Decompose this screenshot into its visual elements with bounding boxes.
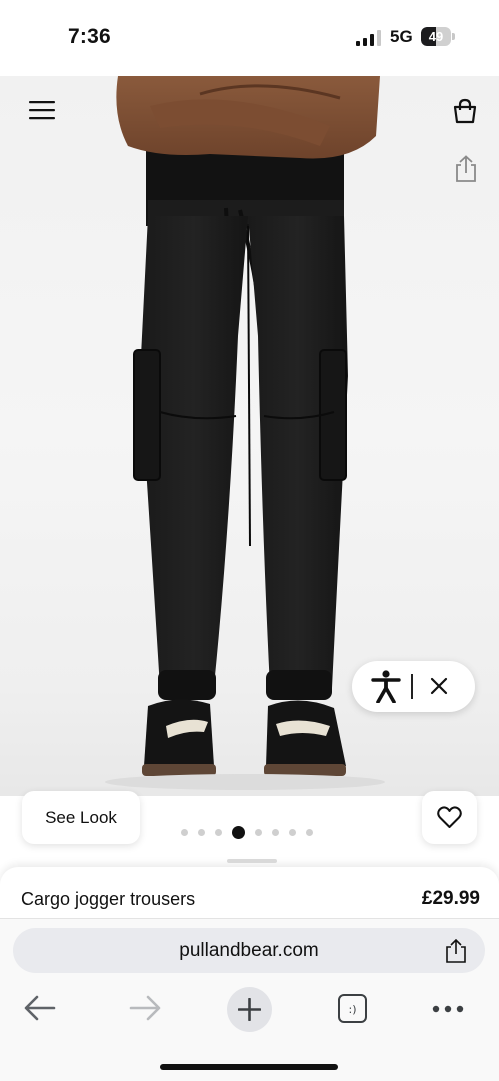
carousel-dot-active[interactable] (232, 826, 245, 839)
product-price: £29.99 (421, 888, 480, 909)
address-bar[interactable]: pullandbear.com (13, 928, 485, 973)
more-icon[interactable] (432, 1004, 464, 1014)
accessibility-person-icon[interactable] (371, 670, 401, 703)
share-icon[interactable] (454, 155, 478, 183)
network-type: 5G (390, 27, 413, 46)
home-indicator[interactable] (160, 1064, 338, 1070)
favorite-button[interactable] (422, 791, 477, 844)
separator (411, 674, 413, 699)
carousel-dot[interactable] (272, 829, 279, 836)
carousel-dot[interactable] (255, 829, 262, 836)
battery-level: 49 (428, 29, 444, 44)
new-tab-button[interactable] (227, 987, 272, 1032)
status-time: 7:36 (68, 25, 111, 48)
battery-icon: 49 (421, 27, 455, 47)
carousel-dot[interactable] (306, 829, 313, 836)
see-look-button[interactable]: See Look (22, 791, 140, 844)
share-icon[interactable] (445, 939, 467, 964)
signal-icon (356, 30, 381, 46)
hamburger-menu-icon[interactable] (29, 100, 55, 120)
plus-icon (238, 998, 261, 1021)
forward-arrow-icon[interactable] (129, 994, 161, 1022)
svg-text::): :) (349, 1003, 357, 1016)
back-arrow-icon[interactable] (24, 994, 56, 1022)
product-name: Cargo jogger trousers (21, 889, 196, 909)
status-bar: 7:36 5G 49 (0, 0, 499, 76)
carousel-dot[interactable] (198, 829, 205, 836)
shopping-bag-icon[interactable] (452, 98, 478, 124)
carousel-dot[interactable] (289, 829, 296, 836)
close-icon[interactable] (429, 676, 449, 696)
accessibility-widget (352, 661, 475, 712)
tabs-icon[interactable]: :) (337, 993, 368, 1024)
heart-icon (437, 806, 462, 828)
carousel-dot[interactable] (181, 829, 188, 836)
url-text: pullandbear.com (179, 940, 319, 961)
carousel-dot[interactable] (215, 829, 222, 836)
sheet-handle[interactable] (227, 859, 277, 863)
